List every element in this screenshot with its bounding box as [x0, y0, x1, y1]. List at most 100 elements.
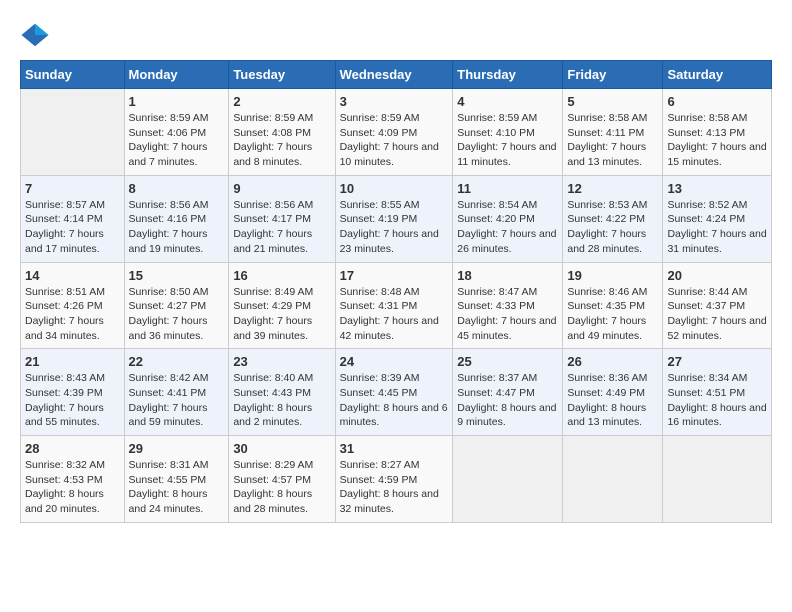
day-number: 26	[567, 354, 658, 369]
day-cell: 2 Sunrise: 8:59 AMSunset: 4:08 PMDaylight…	[229, 89, 335, 176]
day-detail: Sunrise: 8:51 AMSunset: 4:26 PMDaylight:…	[25, 285, 120, 344]
header-day-sunday: Sunday	[21, 61, 125, 89]
day-number: 13	[667, 181, 767, 196]
day-cell: 14 Sunrise: 8:51 AMSunset: 4:26 PMDayligh…	[21, 262, 125, 349]
day-number: 28	[25, 441, 120, 456]
day-detail: Sunrise: 8:36 AMSunset: 4:49 PMDaylight:…	[567, 371, 658, 430]
day-detail: Sunrise: 8:42 AMSunset: 4:41 PMDaylight:…	[129, 371, 225, 430]
day-number: 2	[233, 94, 330, 109]
day-cell: 15 Sunrise: 8:50 AMSunset: 4:27 PMDayligh…	[124, 262, 229, 349]
day-cell: 11 Sunrise: 8:54 AMSunset: 4:20 PMDayligh…	[453, 175, 563, 262]
day-cell: 13 Sunrise: 8:52 AMSunset: 4:24 PMDayligh…	[663, 175, 772, 262]
day-cell: 5Sunrise: 8:58 AMSunset: 4:11 PMDaylight…	[563, 89, 663, 176]
day-cell: 12 Sunrise: 8:53 AMSunset: 4:22 PMDayligh…	[563, 175, 663, 262]
day-cell: 17 Sunrise: 8:48 AMSunset: 4:31 PMDayligh…	[335, 262, 453, 349]
day-cell: 26 Sunrise: 8:36 AMSunset: 4:49 PMDayligh…	[563, 349, 663, 436]
day-detail: Sunrise: 8:57 AMSunset: 4:14 PMDaylight:…	[25, 198, 120, 257]
day-detail: Sunrise: 8:47 AMSunset: 4:33 PMDaylight:…	[457, 285, 558, 344]
header-day-wednesday: Wednesday	[335, 61, 453, 89]
calendar-body: 1 Sunrise: 8:59 AMSunset: 4:06 PMDaylight…	[21, 89, 772, 523]
day-cell: 1 Sunrise: 8:59 AMSunset: 4:06 PMDaylight…	[124, 89, 229, 176]
day-cell: 20 Sunrise: 8:44 AMSunset: 4:37 PMDayligh…	[663, 262, 772, 349]
header-day-saturday: Saturday	[663, 61, 772, 89]
day-detail: Sunrise: 8:32 AMSunset: 4:53 PMDaylight:…	[25, 458, 120, 517]
day-number: 14	[25, 268, 120, 283]
day-detail: Sunrise: 8:52 AMSunset: 4:24 PMDaylight:…	[667, 198, 767, 257]
day-number: 29	[129, 441, 225, 456]
page-header	[20, 20, 772, 50]
day-cell: 25Sunrise: 8:37 AMSunset: 4:47 PMDayligh…	[453, 349, 563, 436]
day-cell: 31 Sunrise: 8:27 AMSunset: 4:59 PMDayligh…	[335, 436, 453, 523]
day-detail: Sunrise: 8:59 AMSunset: 4:08 PMDaylight:…	[233, 111, 330, 170]
day-number: 25	[457, 354, 558, 369]
day-cell: 21 Sunrise: 8:43 AMSunset: 4:39 PMDayligh…	[21, 349, 125, 436]
day-cell: 22 Sunrise: 8:42 AMSunset: 4:41 PMDayligh…	[124, 349, 229, 436]
day-detail: Sunrise: 8:58 AMSunset: 4:13 PMDaylight:…	[667, 111, 767, 170]
day-detail: Sunrise: 8:29 AMSunset: 4:57 PMDaylight:…	[233, 458, 330, 517]
day-cell	[21, 89, 125, 176]
day-number: 20	[667, 268, 767, 283]
day-detail: Sunrise: 8:49 AMSunset: 4:29 PMDaylight:…	[233, 285, 330, 344]
day-number: 19	[567, 268, 658, 283]
day-cell: 30 Sunrise: 8:29 AMSunset: 4:57 PMDayligh…	[229, 436, 335, 523]
day-number: 12	[567, 181, 658, 196]
logo-icon	[20, 20, 50, 50]
day-number: 21	[25, 354, 120, 369]
day-detail: Sunrise: 8:53 AMSunset: 4:22 PMDaylight:…	[567, 198, 658, 257]
day-cell: 7Sunrise: 8:57 AMSunset: 4:14 PMDaylight…	[21, 175, 125, 262]
day-detail: Sunrise: 8:34 AMSunset: 4:51 PMDaylight:…	[667, 371, 767, 430]
header-day-tuesday: Tuesday	[229, 61, 335, 89]
day-number: 16	[233, 268, 330, 283]
day-number: 4	[457, 94, 558, 109]
day-detail: Sunrise: 8:59 AMSunset: 4:09 PMDaylight:…	[340, 111, 449, 170]
day-detail: Sunrise: 8:50 AMSunset: 4:27 PMDaylight:…	[129, 285, 225, 344]
day-detail: Sunrise: 8:48 AMSunset: 4:31 PMDaylight:…	[340, 285, 449, 344]
day-cell: 23Sunrise: 8:40 AMSunset: 4:43 PMDayligh…	[229, 349, 335, 436]
day-number: 11	[457, 181, 558, 196]
day-detail: Sunrise: 8:59 AMSunset: 4:10 PMDaylight:…	[457, 111, 558, 170]
day-number: 27	[667, 354, 767, 369]
day-detail: Sunrise: 8:31 AMSunset: 4:55 PMDaylight:…	[129, 458, 225, 517]
day-cell: 6Sunrise: 8:58 AMSunset: 4:13 PMDaylight…	[663, 89, 772, 176]
day-cell: 16 Sunrise: 8:49 AMSunset: 4:29 PMDayligh…	[229, 262, 335, 349]
day-detail: Sunrise: 8:46 AMSunset: 4:35 PMDaylight:…	[567, 285, 658, 344]
week-row-4: 21 Sunrise: 8:43 AMSunset: 4:39 PMDayligh…	[21, 349, 772, 436]
day-detail: Sunrise: 8:54 AMSunset: 4:20 PMDaylight:…	[457, 198, 558, 257]
day-number: 15	[129, 268, 225, 283]
day-detail: Sunrise: 8:56 AMSunset: 4:16 PMDaylight:…	[129, 198, 225, 257]
day-number: 10	[340, 181, 449, 196]
day-detail: Sunrise: 8:43 AMSunset: 4:39 PMDaylight:…	[25, 371, 120, 430]
day-number: 9	[233, 181, 330, 196]
day-detail: Sunrise: 8:58 AMSunset: 4:11 PMDaylight:…	[567, 111, 658, 170]
day-cell	[663, 436, 772, 523]
day-cell: 28 Sunrise: 8:32 AMSunset: 4:53 PMDayligh…	[21, 436, 125, 523]
day-cell: 29 Sunrise: 8:31 AMSunset: 4:55 PMDayligh…	[124, 436, 229, 523]
day-number: 22	[129, 354, 225, 369]
header-row: SundayMondayTuesdayWednesdayThursdayFrid…	[21, 61, 772, 89]
week-row-3: 14 Sunrise: 8:51 AMSunset: 4:26 PMDayligh…	[21, 262, 772, 349]
day-number: 8	[129, 181, 225, 196]
day-number: 23	[233, 354, 330, 369]
day-detail: Sunrise: 8:59 AMSunset: 4:06 PMDaylight:…	[129, 111, 225, 170]
day-cell: 27 Sunrise: 8:34 AMSunset: 4:51 PMDayligh…	[663, 349, 772, 436]
calendar-table: SundayMondayTuesdayWednesdayThursdayFrid…	[20, 60, 772, 523]
day-number: 1	[129, 94, 225, 109]
day-detail: Sunrise: 8:56 AMSunset: 4:17 PMDaylight:…	[233, 198, 330, 257]
header-day-thursday: Thursday	[453, 61, 563, 89]
day-number: 17	[340, 268, 449, 283]
header-day-monday: Monday	[124, 61, 229, 89]
day-number: 30	[233, 441, 330, 456]
day-detail: Sunrise: 8:44 AMSunset: 4:37 PMDaylight:…	[667, 285, 767, 344]
day-number: 24	[340, 354, 449, 369]
day-number: 31	[340, 441, 449, 456]
day-detail: Sunrise: 8:39 AMSunset: 4:45 PMDaylight:…	[340, 371, 449, 430]
day-cell: 3 Sunrise: 8:59 AMSunset: 4:09 PMDaylight…	[335, 89, 453, 176]
day-cell: 9 Sunrise: 8:56 AMSunset: 4:17 PMDaylight…	[229, 175, 335, 262]
day-cell	[453, 436, 563, 523]
day-cell: 10Sunrise: 8:55 AMSunset: 4:19 PMDayligh…	[335, 175, 453, 262]
header-day-friday: Friday	[563, 61, 663, 89]
day-cell: 19 Sunrise: 8:46 AMSunset: 4:35 PMDayligh…	[563, 262, 663, 349]
week-row-5: 28 Sunrise: 8:32 AMSunset: 4:53 PMDayligh…	[21, 436, 772, 523]
day-number: 3	[340, 94, 449, 109]
day-detail: Sunrise: 8:27 AMSunset: 4:59 PMDaylight:…	[340, 458, 449, 517]
